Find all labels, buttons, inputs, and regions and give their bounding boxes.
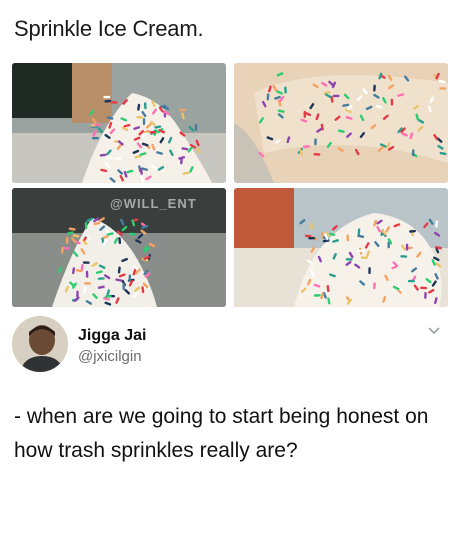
sprinkle-photo-4[interactable] — [234, 188, 448, 307]
page-title: Sprinkle Ice Cream. — [14, 16, 204, 41]
sprinkle-photo-2[interactable] — [234, 63, 448, 183]
sprinkle-photo-3[interactable]: @WILL_ENT — [12, 188, 226, 307]
user-handle[interactable]: @jxicilgin — [78, 348, 142, 365]
watermark-text: @WILL_ENT — [110, 196, 197, 211]
chevron-down-icon[interactable] — [426, 322, 442, 338]
photo-grid: @WILL_ENT — [12, 63, 448, 307]
avatar[interactable] — [12, 316, 68, 372]
tweet-author: Jigga Jai @jxicilgin — [12, 316, 448, 376]
tweet-text: - when are we going to start being hones… — [14, 405, 429, 462]
sprinkle-photo-1[interactable] — [12, 63, 226, 183]
display-name[interactable]: Jigga Jai — [78, 327, 146, 345]
